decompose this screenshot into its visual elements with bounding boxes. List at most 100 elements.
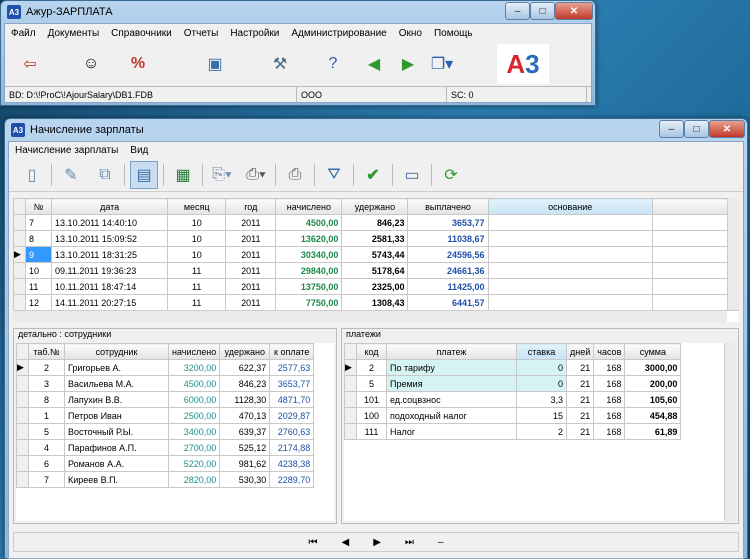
forward-icon[interactable]: ▶ (394, 50, 422, 78)
col-hours[interactable]: часов (593, 343, 626, 360)
table-row[interactable]: 7 13.10.2011 14:40:10 10 2011 4500,00 84… (13, 214, 739, 231)
payroll-horizontal-scrollbar[interactable] (13, 310, 727, 322)
col-paid[interactable]: выплачено (407, 198, 489, 215)
cell-accrued: 5220,00 (167, 455, 221, 472)
detail-view-icon[interactable]: ▤ (130, 160, 158, 189)
payroll-menu-bar: Начисление зарплаты Вид (9, 142, 743, 158)
table-row[interactable]: 8 13.10.2011 15:09:52 10 2011 13620,00 2… (13, 230, 739, 247)
exit-icon[interactable]: ⇦ (16, 50, 44, 78)
refresh-icon[interactable]: ⟳ (437, 161, 465, 189)
toolbar-separator (51, 163, 52, 186)
help-icon[interactable]: ? (319, 50, 347, 78)
print-icon[interactable]: ⎙ (281, 161, 309, 189)
menu-view[interactable]: Вид (124, 145, 154, 156)
col-accrued[interactable]: начислено (275, 198, 343, 215)
toolbar-separator (275, 163, 276, 186)
percent-icon[interactable]: % (124, 50, 152, 78)
table-row[interactable]: 8 Лапухин В.В. 6000,00 1128,30 4871,70 (16, 391, 315, 408)
edit-document-icon[interactable]: ✎ (57, 161, 85, 189)
col-withheld[interactable]: удержано (219, 343, 271, 360)
col-basis[interactable]: основание (487, 198, 653, 215)
window-icon[interactable]: ▭ (398, 161, 426, 189)
table-row[interactable]: ▶ 2 По тарифу 0 21 168 3000,00 (344, 359, 682, 376)
menu-references[interactable]: Справочники (105, 28, 178, 39)
export-icon[interactable]: ⎘▾ (208, 161, 236, 189)
payroll-close-button[interactable]: ✕ (709, 120, 745, 138)
table-row[interactable]: 11 10.11.2011 18:47:14 11 2011 13750,00 … (13, 278, 739, 295)
new-document-icon[interactable]: ▯ (18, 161, 46, 189)
payroll-maximize-button[interactable]: □ (684, 120, 709, 138)
main-window-title: Ажур-ЗАРПЛАТА (26, 6, 113, 18)
employee-icon[interactable]: ☺ (77, 50, 105, 78)
filter-icon[interactable]: ⛛ (320, 161, 348, 189)
menu-settings[interactable]: Настройки (224, 28, 285, 39)
col-rate[interactable]: ставка (516, 343, 567, 360)
menu-payroll[interactable]: Начисление зарплаты (9, 145, 124, 156)
table-row[interactable]: 6 Романов А.А. 5220,00 981,62 4238,38 (16, 455, 315, 472)
next-record-button[interactable]: ▶ (373, 537, 381, 548)
table-row[interactable]: 5 Восточный Р.Ы. 3400,00 639,37 2760,63 (16, 423, 315, 440)
payroll-minimize-button[interactable]: – (659, 120, 684, 138)
calculate-icon[interactable]: ▦ (169, 161, 197, 189)
table-row[interactable]: 101 ед.соцвзнос 3,3 21 168 105,60 (344, 391, 682, 408)
print-menu-icon[interactable]: ⎙▾ (242, 161, 270, 189)
col-employee[interactable]: сотрудник (64, 343, 169, 360)
main-toolbar: ⇦ ☺ % ▣ ⚒ ? ◀ ▶ ❐▾ А3 (5, 42, 591, 86)
table-row[interactable]: 12 14.11.2011 20:27:15 11 2011 7750,00 1… (13, 294, 739, 311)
cell-withheld: 530,30 (219, 471, 271, 488)
maximize-button[interactable]: □ (530, 2, 555, 20)
menu-window[interactable]: Окно (393, 28, 428, 39)
last-record-button[interactable]: ⏭ (405, 537, 414, 548)
col-tab-no[interactable]: таб.№ (28, 343, 65, 360)
menu-help[interactable]: Помощь (428, 28, 479, 39)
menu-documents[interactable]: Документы (42, 28, 106, 39)
tools-icon[interactable]: ⚒ (266, 50, 294, 78)
row-indicator (13, 262, 27, 279)
col-accrued[interactable]: начислено (167, 343, 221, 360)
payments-grid[interactable]: код платеж ставка дней часов сумма ▶ 2 По … (344, 343, 736, 521)
close-button[interactable]: ✕ (555, 2, 593, 20)
first-record-button[interactable]: ⏮ (309, 537, 318, 548)
toolbar-separator (314, 163, 315, 186)
col-payment[interactable]: платеж (386, 343, 517, 360)
payroll-grid[interactable]: № дата месяц год начислено удержано выпл… (13, 198, 739, 322)
delete-record-button[interactable]: – (438, 537, 444, 548)
table-row-selected[interactable]: ▶ 9 13.10.2011 18:31:25 10 2011 30340,00… (13, 246, 739, 263)
copy-document-icon[interactable]: ⧉ (91, 161, 119, 189)
table-row[interactable]: 10 09.11.2011 19:36:23 11 2011 29840,00 … (13, 262, 739, 279)
payroll-vertical-scrollbar[interactable] (727, 198, 739, 310)
row-indicator (16, 391, 29, 408)
employees-grid[interactable]: таб.№ сотрудник начислено удержано к опл… (16, 343, 334, 521)
col-month[interactable]: месяц (167, 198, 227, 215)
confirm-icon[interactable]: ✔ (359, 161, 387, 189)
table-row[interactable]: 4 Парафинов А.П. 2700,00 525,12 2174,88 (16, 439, 315, 456)
table-row[interactable]: 7 Киреев В.П. 2820,00 530,30 2289,70 (16, 471, 315, 488)
col-withheld[interactable]: удержано (341, 198, 409, 215)
menu-administration[interactable]: Администрирование (285, 28, 392, 39)
cell-withheld: 2325,00 (341, 278, 409, 295)
table-row[interactable]: 5 Премия 0 21 168 200,00 (344, 375, 682, 392)
col-code[interactable]: код (356, 343, 387, 360)
col-sum[interactable]: сумма (624, 343, 682, 360)
menu-file[interactable]: Файл (5, 28, 42, 39)
cell-no: 8 (25, 230, 53, 247)
table-row[interactable]: 111 Налог 2 21 168 61,89 (344, 423, 682, 440)
windows-menu-icon[interactable]: ❐▾ (428, 50, 456, 78)
terminal-icon[interactable]: ▣ (201, 50, 229, 78)
col-to-pay[interactable]: к оплате (269, 343, 315, 360)
col-days[interactable]: дней (565, 343, 595, 360)
table-row[interactable]: ▶ 2 Григорьев А. 3200,00 622,37 2577,63 (16, 359, 315, 376)
col-no[interactable]: № (25, 198, 53, 215)
minimize-button[interactable]: – (505, 2, 530, 20)
back-icon[interactable]: ◀ (360, 50, 388, 78)
table-row[interactable]: 3 Васильева М.А. 4500,00 846,23 3653,77 (16, 375, 315, 392)
col-date[interactable]: дата (51, 198, 169, 215)
col-comment[interactable]: коммен (651, 198, 739, 215)
col-year[interactable]: год (225, 198, 277, 215)
row-indicator (13, 214, 27, 231)
payments-vertical-scrollbar[interactable] (724, 343, 736, 521)
table-row[interactable]: 100 подоходный налог 15 21 168 454,88 (344, 407, 682, 424)
table-row[interactable]: 1 Петров Иван 2500,00 470,13 2029,87 (16, 407, 315, 424)
prev-record-button[interactable]: ◀ (342, 537, 350, 548)
menu-reports[interactable]: Отчеты (178, 28, 225, 39)
